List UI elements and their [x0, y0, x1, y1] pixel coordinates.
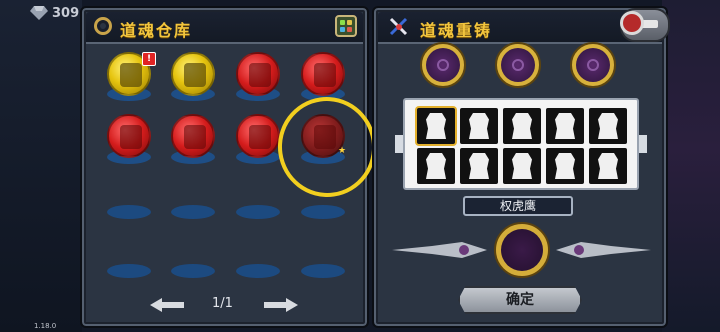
empty-slot[interactable] [301, 205, 345, 219]
soul-orb[interactable] [107, 114, 151, 158]
cube-dot [340, 20, 345, 25]
hero-sprite [512, 153, 532, 179]
hero-sprite [598, 113, 618, 139]
soul-portrait [249, 125, 271, 149]
empty-slot[interactable] [171, 205, 215, 219]
empty-slot[interactable] [236, 205, 280, 219]
hero-sprite [598, 153, 618, 179]
hero-sprite [469, 153, 489, 179]
prev-page-arrow-icon[interactable] [150, 297, 184, 312]
storage-title: 道魂仓库 [120, 21, 193, 40]
diamond-icon [30, 6, 48, 20]
cube-dot [347, 20, 352, 25]
hero-cell[interactable] [417, 108, 455, 144]
socket-core [576, 48, 610, 82]
hero-sprite [555, 113, 575, 139]
soul-portrait [184, 63, 206, 87]
empty-slot[interactable] [107, 205, 151, 219]
left-wing-ornament [392, 240, 487, 260]
currency-value: 309 [52, 5, 80, 21]
socket-core [426, 48, 460, 82]
soul-portrait [120, 125, 142, 149]
hero-cell[interactable] [503, 108, 541, 144]
socket-core [501, 48, 535, 82]
background-left [0, 0, 82, 332]
result-socket[interactable] [494, 222, 550, 278]
empty-slot[interactable] [301, 264, 345, 278]
hero-sprite [426, 113, 446, 139]
recast-title: 道魂重铸 [420, 21, 493, 40]
hero-sprite [469, 113, 489, 139]
hero-scroll-left[interactable] [395, 135, 403, 153]
hero-cell[interactable] [546, 148, 584, 184]
soul-orb[interactable] [301, 52, 345, 96]
background-right [662, 0, 720, 332]
next-page-arrow-icon[interactable] [264, 297, 298, 312]
material-socket[interactable] [420, 42, 466, 88]
hero-cell[interactable] [589, 148, 627, 184]
confirm-button[interactable]: 确定 [458, 286, 582, 314]
soul-portrait [249, 63, 271, 87]
back-button[interactable] [620, 8, 670, 42]
selected-hero-name: 权虎鹰 [463, 196, 573, 216]
socket-core [501, 229, 543, 271]
material-socket[interactable] [570, 42, 616, 88]
soul-orb[interactable] [236, 114, 280, 158]
soul-portrait [184, 125, 206, 149]
swords-icon [388, 17, 410, 37]
soul-portrait [314, 63, 336, 87]
storage-header: 道魂仓库 [86, 12, 363, 44]
hero-sprite [512, 113, 532, 139]
cube-dot [340, 27, 345, 32]
empty-slot[interactable] [107, 264, 151, 278]
hero-scroll-right[interactable] [639, 135, 647, 153]
soul-orb[interactable] [171, 52, 215, 96]
new-badge: ! [142, 52, 156, 66]
cube-button[interactable] [335, 15, 357, 37]
right-wing-ornament [556, 240, 651, 260]
pager: 1/1 [150, 294, 300, 316]
empty-slot[interactable] [171, 264, 215, 278]
hero-cell[interactable] [460, 108, 498, 144]
hero-cell[interactable] [589, 108, 627, 144]
hero-selection-grid [403, 98, 639, 190]
currency-display: 309 [30, 4, 79, 22]
hero-cell[interactable] [460, 148, 498, 184]
soul-portrait [120, 63, 142, 87]
hero-sprite [555, 153, 575, 179]
cube-dot [347, 27, 352, 32]
hero-cell[interactable] [546, 108, 584, 144]
soul-orb[interactable] [236, 52, 280, 96]
soul-orb[interactable] [171, 114, 215, 158]
empty-slot[interactable] [236, 264, 280, 278]
hero-sprite [426, 153, 446, 179]
page-indicator: 1/1 [212, 296, 233, 311]
material-socket[interactable] [495, 42, 541, 88]
back-circle-icon [620, 11, 644, 35]
hero-cell[interactable] [417, 148, 455, 184]
hero-cell[interactable] [503, 148, 541, 184]
version-label: 1.18.0 [34, 322, 57, 330]
ring-icon [94, 17, 112, 35]
